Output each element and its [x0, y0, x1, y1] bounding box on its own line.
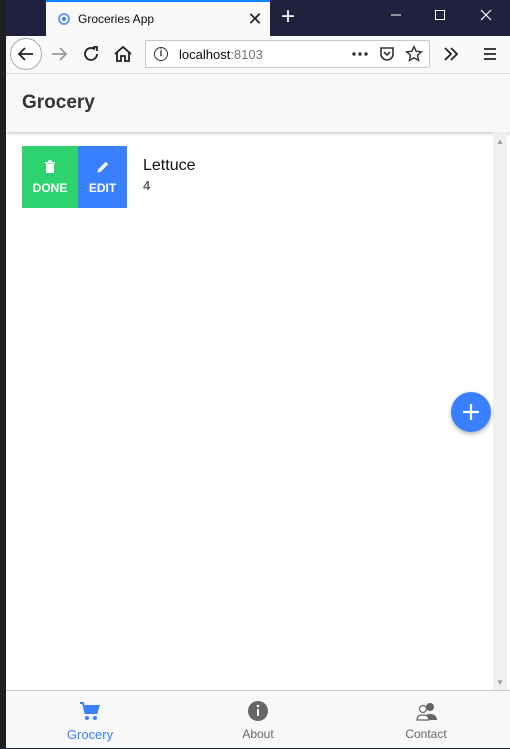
- menu-icon[interactable]: [479, 43, 501, 65]
- edit-label: EDIT: [88, 181, 117, 195]
- pencil-icon: [96, 160, 110, 174]
- info-icon: [247, 700, 269, 722]
- trash-icon: [43, 160, 57, 174]
- add-item-button[interactable]: [451, 392, 491, 432]
- reload-icon[interactable]: [80, 43, 102, 65]
- url-port: :8103: [230, 47, 263, 62]
- page-title: Grocery: [22, 92, 95, 113]
- done-button[interactable]: DONE: [22, 146, 78, 208]
- forward-icon[interactable]: [48, 43, 70, 65]
- tab-contact[interactable]: Contact: [342, 691, 510, 749]
- list-item[interactable]: DONE EDIT Lettuce 4: [22, 146, 482, 208]
- browser-window: Groceries App ✕ + i localhost:8103 Groce…: [0, 0, 510, 748]
- tab-label: Grocery: [66, 727, 114, 742]
- app-header: Grocery: [6, 74, 510, 132]
- scroll-down-icon[interactable]: ▼: [496, 678, 504, 687]
- url-text[interactable]: localhost:8103: [179, 47, 263, 62]
- favicon-icon: [58, 13, 70, 25]
- done-label: DONE: [32, 181, 68, 195]
- tab-bar: Groceries App ✕ +: [6, 0, 510, 36]
- bottom-tab-bar: Grocery About Contact: [6, 690, 510, 748]
- pocket-icon[interactable]: [378, 45, 396, 68]
- plus-icon: [463, 404, 479, 420]
- edit-button[interactable]: EDIT: [78, 146, 127, 208]
- maximize-icon[interactable]: [428, 6, 452, 28]
- bookmark-star-icon[interactable]: [404, 44, 424, 68]
- url-bar[interactable]: i localhost:8103: [145, 40, 430, 68]
- navigation-toolbar: i localhost:8103: [6, 36, 510, 74]
- url-host: localhost: [179, 47, 231, 62]
- site-info-icon[interactable]: i: [154, 47, 168, 61]
- minimize-icon[interactable]: [384, 6, 408, 28]
- app-content: Grocery ▲ ▼ DONE EDIT Lettuce 4 Grocery …: [6, 74, 510, 748]
- close-window-icon[interactable]: [474, 6, 498, 28]
- page-actions-icon[interactable]: [351, 45, 369, 68]
- tab-label: About: [242, 727, 274, 741]
- item-quantity: 4: [143, 178, 151, 193]
- tab-title: Groceries App: [78, 12, 155, 26]
- home-icon[interactable]: [112, 43, 134, 65]
- back-button[interactable]: [10, 38, 42, 70]
- scrollbar[interactable]: ▲ ▼: [493, 132, 507, 690]
- item-name: Lettuce: [143, 157, 196, 174]
- overflow-chevron-icon[interactable]: [440, 43, 462, 65]
- browser-tab[interactable]: Groceries App ✕: [46, 0, 270, 36]
- tab-grocery[interactable]: Grocery: [6, 691, 174, 749]
- cart-icon: [79, 700, 101, 722]
- tab-about[interactable]: About: [174, 691, 342, 749]
- new-tab-icon[interactable]: +: [278, 5, 298, 29]
- contacts-icon: [415, 700, 437, 722]
- tab-label: Contact: [405, 727, 447, 741]
- scroll-up-icon[interactable]: ▲: [496, 137, 504, 146]
- close-tab-icon[interactable]: ✕: [246, 8, 264, 30]
